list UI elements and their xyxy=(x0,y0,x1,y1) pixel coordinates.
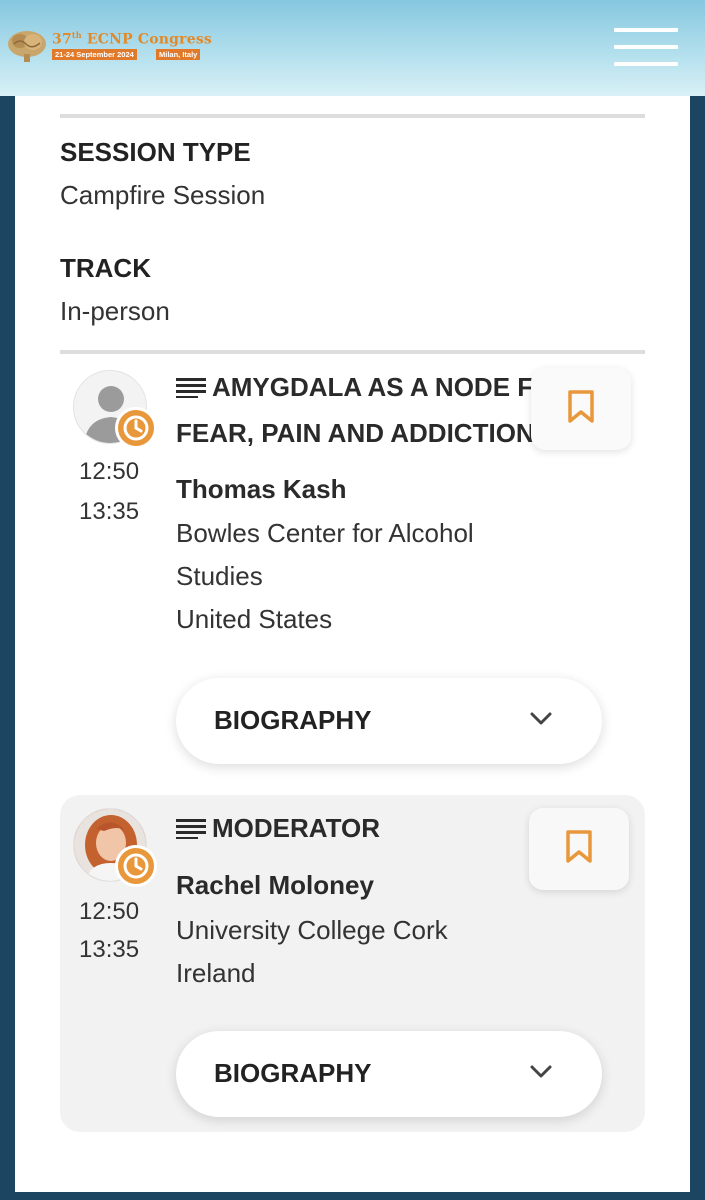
session-type-label: SESSION TYPE xyxy=(60,137,251,167)
affiliation-line: University College Cork xyxy=(176,915,448,945)
time-end: 13:35 xyxy=(79,498,140,525)
moderator-title-text: MODERATOR xyxy=(212,813,381,843)
list-lines-icon xyxy=(176,378,206,398)
logo-dates: 21-24 September 2024 xyxy=(52,49,137,60)
track-value: In-person xyxy=(60,296,170,326)
hamburger-menu-icon[interactable] xyxy=(614,28,678,66)
time-end: 13:35 xyxy=(79,936,140,963)
logo-place: Milan, Italy xyxy=(156,49,201,60)
list-lines-icon xyxy=(176,819,206,839)
divider xyxy=(60,350,645,354)
site-header: 37th ECNP Congress 21-24 September 2024 … xyxy=(0,0,705,96)
presentation-title-line2: FEAR, PAIN AND ADDICTION xyxy=(176,418,535,448)
bookmark-button[interactable] xyxy=(531,368,631,450)
brain-logo-icon xyxy=(8,31,46,62)
presentation-title-line1: AMYGDALA AS A NODE FOR xyxy=(212,372,573,402)
biography-toggle-button[interactable]: BIOGRAPHY xyxy=(176,1031,602,1117)
country: United States xyxy=(176,604,333,634)
speaker-name: Thomas Kash xyxy=(176,474,347,504)
moderator-title[interactable]: MODERATOR xyxy=(176,805,380,851)
session-detail-panel: SESSION TYPE Campfire Session TRACK In-p… xyxy=(15,96,690,1192)
bookmark-button[interactable] xyxy=(529,808,629,890)
speaker-name: Rachel Moloney xyxy=(176,870,374,900)
clock-icon xyxy=(115,845,157,887)
congress-logo[interactable]: 37th ECNP Congress 21-24 September 2024 … xyxy=(6,26,216,66)
chevron-down-icon xyxy=(530,712,552,725)
logo-title: 37th ECNP Congress xyxy=(52,30,212,48)
track-label: TRACK xyxy=(60,253,151,283)
affiliation-line: Bowles Center for Alcohol xyxy=(176,518,474,548)
biography-toggle-button[interactable]: BIOGRAPHY xyxy=(176,678,602,764)
speaker-affiliation: University College Cork Ireland xyxy=(176,909,448,995)
bookmark-icon xyxy=(566,830,592,863)
biography-label: BIOGRAPHY xyxy=(214,705,372,735)
clock-icon xyxy=(115,407,157,449)
speaker-affiliation: Bowles Center for Alcohol Studies United… xyxy=(176,512,474,641)
time-start: 12:50 xyxy=(79,458,140,485)
affiliation-line: Studies xyxy=(176,561,263,591)
bookmark-icon xyxy=(568,390,594,423)
biography-label: BIOGRAPHY xyxy=(214,1058,372,1088)
divider xyxy=(60,114,645,118)
presentation-item: 12:50 13:35 AMYGDALA AS A NODE FOR FEAR,… xyxy=(60,360,645,780)
country: Ireland xyxy=(176,958,256,988)
presentation-title[interactable]: AMYGDALA AS A NODE FOR FEAR, PAIN AND AD… xyxy=(176,364,572,456)
chevron-down-icon xyxy=(530,1065,552,1078)
moderator-item: 12:50 13:35 MODERATOR Rachel Moloney Uni… xyxy=(60,795,645,1132)
time-start: 12:50 xyxy=(79,898,140,925)
session-type-value: Campfire Session xyxy=(60,180,266,210)
